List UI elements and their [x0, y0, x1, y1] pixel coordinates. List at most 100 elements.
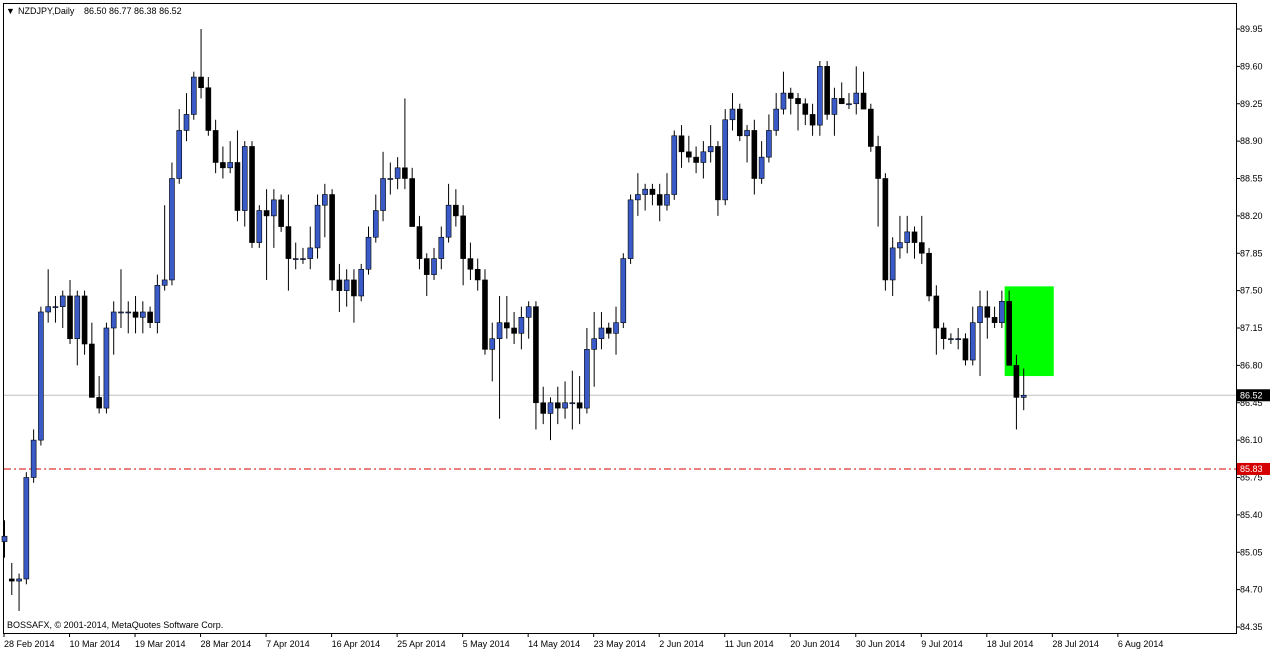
- bull-candle-body: [125, 311, 132, 314]
- bear-candle-body: [926, 252, 932, 297]
- price-chart[interactable]: 89.95 89.60 89.25 88.90 88.55 88.20 87.85 87.50…: [0, 0, 1276, 652]
- bull-candle-body: [227, 162, 233, 169]
- candle: [482, 269, 488, 355]
- candle: [671, 130, 678, 200]
- bull-candle-body: [154, 284, 161, 323]
- chart-title: NZDJPY,Daily: [18, 6, 75, 16]
- bull-candle-body: [897, 242, 903, 249]
- bear-candle-body: [875, 146, 881, 179]
- candle: [620, 253, 627, 328]
- bull-candle-body: [620, 258, 627, 323]
- candle: [329, 189, 335, 291]
- price-tick-label: 89.25: [1240, 99, 1263, 109]
- bear-candle-body: [278, 199, 284, 227]
- date-tick-label: 28 Feb 2014: [4, 639, 55, 649]
- price-tick-label: 88.55: [1240, 174, 1263, 184]
- bull-candle-body: [176, 130, 183, 179]
- date-tick-label: 9 Jul 2014: [921, 639, 963, 649]
- bull-candle-body: [642, 188, 648, 195]
- bear-candle-body: [220, 162, 226, 169]
- bear-candle-body: [787, 92, 794, 99]
- bear-candle-body: [147, 311, 153, 323]
- bear-candle-body: [402, 167, 408, 179]
- bull-candle-body: [853, 92, 860, 105]
- candle: [722, 109, 729, 206]
- bear-candle-body: [351, 279, 357, 297]
- bull-candle-body: [846, 103, 852, 106]
- bull-candle-body: [322, 194, 328, 206]
- bull-candle-body: [758, 156, 765, 179]
- bull-candle-body: [1, 535, 8, 542]
- date-tick-label: 18 Jul 2014: [987, 639, 1034, 649]
- bull-candle-body: [773, 108, 779, 131]
- bear-candle-body: [1013, 365, 1020, 398]
- date-tick-label: 25 Apr 2014: [397, 639, 446, 649]
- bear-candle-body: [860, 92, 867, 110]
- price-tick-label: 86.10: [1240, 435, 1263, 445]
- bull-candle-body: [438, 236, 445, 259]
- candle: [627, 194, 634, 264]
- bull-candle-body: [183, 114, 190, 131]
- bull-candle-body: [110, 311, 117, 329]
- bear-candle-body: [991, 317, 998, 323]
- date-tick-label: 19 Mar 2014: [135, 639, 186, 649]
- date-tick-label: 16 Apr 2014: [332, 639, 381, 649]
- price-tick-label: 84.70: [1240, 585, 1263, 595]
- bear-candle-body: [554, 402, 561, 409]
- bull-candle-body: [744, 130, 750, 137]
- bear-candle-body: [911, 231, 918, 243]
- copyright-text: BOSSAFX, © 2001-2014, MetaQuotes Softwar…: [7, 620, 223, 630]
- candle: [358, 263, 365, 302]
- candle: [103, 322, 110, 414]
- date-tick-label: 5 May 2014: [463, 639, 510, 649]
- bear-candle-body: [132, 311, 139, 318]
- bull-candle-body: [955, 338, 961, 340]
- bear-candle-body: [715, 146, 721, 201]
- bear-candle-body: [918, 242, 925, 254]
- bull-candle-body: [635, 194, 641, 201]
- bull-candle-body: [496, 322, 503, 339]
- bear-candle-body: [933, 295, 940, 329]
- bull-candle-body: [889, 247, 896, 281]
- ohlc-readout: 86.50 86.77 86.38 86.52: [84, 6, 182, 16]
- bear-candle-body: [838, 98, 845, 105]
- bear-candle-body: [802, 103, 809, 115]
- bull-candle-body: [52, 306, 59, 308]
- bear-candle-body: [533, 306, 539, 404]
- date-tick-label: 2 Jun 2014: [659, 639, 704, 649]
- bull-candle-body: [584, 349, 590, 409]
- bear-candle-body: [482, 279, 488, 350]
- bull-candle-body: [707, 146, 714, 153]
- bear-candle-body: [736, 108, 743, 137]
- candle: [882, 173, 889, 291]
- price-tick-label: 89.60: [1240, 61, 1263, 71]
- bull-candle-body: [562, 402, 568, 409]
- bear-candle-body: [540, 402, 547, 414]
- bear-candle-body: [234, 162, 241, 211]
- header-marker: ▼: [6, 6, 15, 16]
- bull-candle-body: [904, 231, 911, 243]
- bear-candle-body: [511, 327, 517, 334]
- bull-candle-body: [664, 194, 670, 206]
- bear-candle-body: [649, 188, 656, 195]
- bear-candle-body: [824, 66, 830, 115]
- price-tick-label: 87.50: [1240, 286, 1263, 296]
- bull-candle-body: [613, 322, 619, 334]
- bull-candle-body: [431, 258, 437, 275]
- bear-candle-body: [474, 268, 481, 281]
- bull-candle-body: [190, 76, 197, 115]
- bear-candle-body: [656, 194, 663, 206]
- bull-candle-body: [23, 477, 30, 580]
- candle: [1006, 290, 1012, 366]
- bear-candle-body: [8, 578, 15, 582]
- price-tick-label: 86.80: [1240, 360, 1263, 370]
- bull-candle-body: [343, 279, 350, 291]
- bull-candle-body: [948, 338, 954, 340]
- date-tick-label: 23 May 2014: [594, 639, 646, 649]
- bear-candle-body: [605, 327, 612, 334]
- candle: [169, 162, 175, 286]
- bear-candle-body: [453, 204, 459, 217]
- price-tick-label: 85.40: [1240, 510, 1263, 520]
- candle: [736, 103, 743, 142]
- bear-candle-body: [751, 130, 758, 179]
